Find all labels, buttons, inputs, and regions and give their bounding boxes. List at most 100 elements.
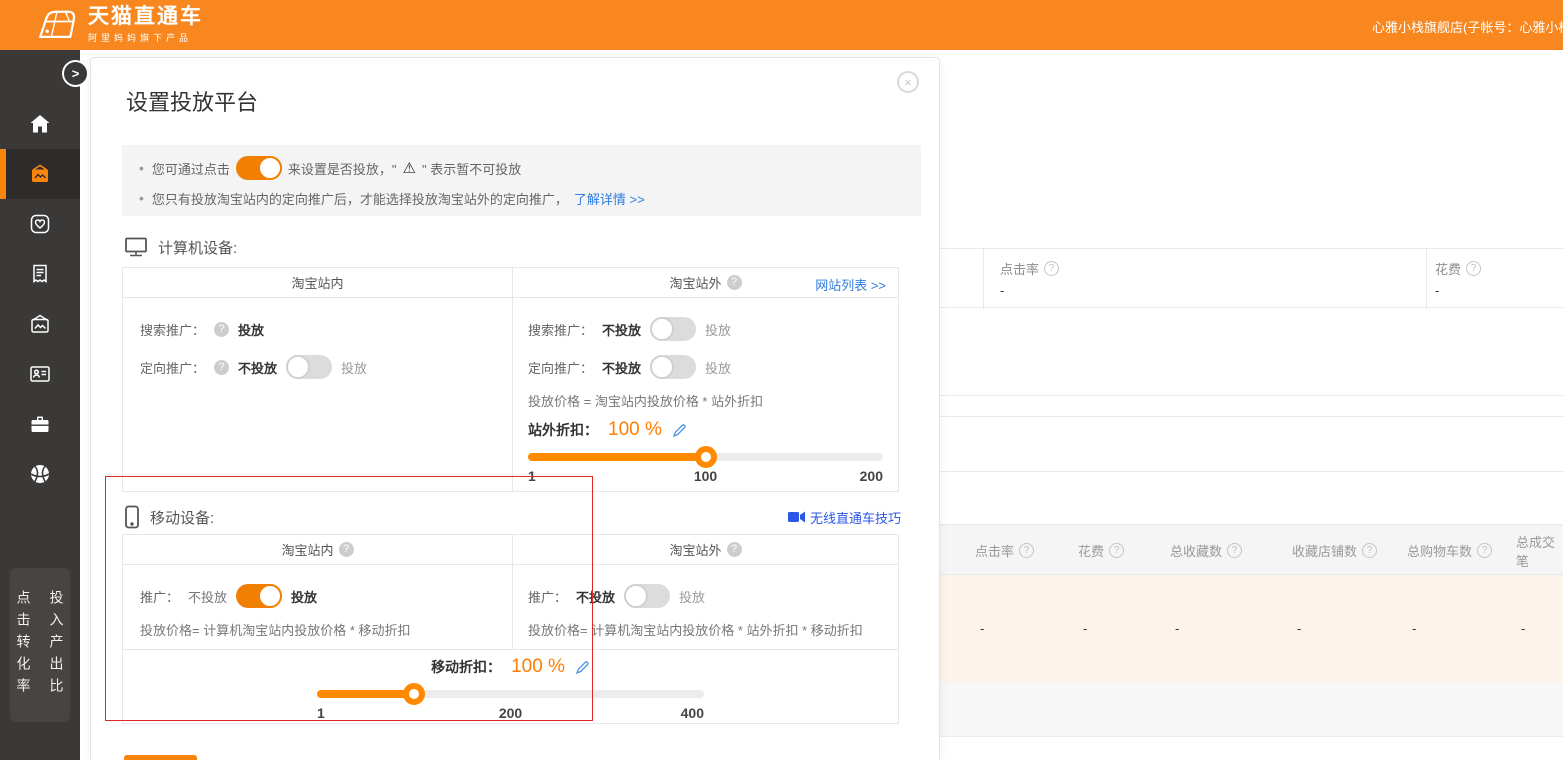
help-icon[interactable]: ? bbox=[1466, 261, 1481, 276]
target-promo-label: 定向推广： bbox=[140, 358, 205, 377]
sidebar-item-creatives[interactable] bbox=[0, 299, 80, 349]
learn-more-link[interactable]: 了解详情 >> bbox=[574, 189, 645, 208]
search-promo-on-label: 投放 bbox=[705, 320, 731, 339]
notice-text: 您可通过点击 bbox=[152, 159, 230, 178]
slider-max-label: 200 bbox=[765, 468, 883, 484]
bullet-icon: • bbox=[139, 160, 144, 176]
mobile-insite-promo-toggle[interactable] bbox=[236, 584, 282, 608]
sidebar-item-home[interactable] bbox=[0, 99, 80, 149]
photo-icon bbox=[28, 312, 52, 336]
promo-off-label: 不投放 bbox=[188, 587, 227, 606]
search-promo-off-label: 不投放 bbox=[602, 320, 641, 339]
search-promo-status: 投放 bbox=[238, 320, 264, 339]
computer-offsite-cell: 搜索推广： 不投放 投放 定向推广： 不投放 投放 投放价格 = 淘宝站内投放价… bbox=[513, 298, 898, 491]
mobile-discount-slider: 1 200 400 bbox=[317, 690, 704, 721]
mobile-insite-cell: 推广： 不投放 投放 投放价格= 计算机淘宝站内投放价格 * 移动折扣 bbox=[123, 565, 513, 649]
promo-on-label: 投放 bbox=[291, 587, 317, 606]
edit-pencil-icon[interactable] bbox=[575, 660, 590, 675]
sidebar: 点击转化率 投入产出比 bbox=[0, 50, 80, 760]
search-promo-label: 搜索推广： bbox=[528, 320, 593, 339]
mobile-offsite-promo-toggle[interactable] bbox=[624, 584, 670, 608]
notice-text: 来设置是否投放，" bbox=[288, 159, 397, 178]
briefcase-icon bbox=[28, 412, 52, 436]
computer-insite-cell: 搜索推广： ? 投放 定向推广： ? 不投放 投放 bbox=[123, 298, 513, 491]
notice-box: • 您可通过点击 来设置是否投放，" ⚠ " 表示暂不可投放 • 您只有投放淘宝… bbox=[122, 145, 921, 216]
help-icon[interactable]: ? bbox=[1227, 543, 1242, 558]
computer-insite-target-toggle[interactable] bbox=[286, 355, 332, 379]
kpi-clickrate: 点击率 ? bbox=[1000, 259, 1059, 278]
kpi-clickrate-value: - bbox=[1000, 283, 1004, 298]
video-icon bbox=[788, 511, 805, 523]
computer-insite-header: 淘宝站内 bbox=[123, 268, 513, 297]
computer-offsite-header: 淘宝站外 ? 网站列表 >> bbox=[513, 268, 898, 297]
brand-subtitle: 阿里妈妈旗下产品 bbox=[88, 31, 203, 44]
top-bar: 天猫直通车 阿里妈妈旗下产品 心雅小栈旗舰店(子帐号：心雅小栈旗 bbox=[0, 0, 1563, 50]
chevron-right-icon: > bbox=[72, 66, 80, 81]
notice-text: 您只有投放淘宝站内的定向推广后，才能选择投放淘宝站外的定向推广， bbox=[152, 189, 568, 208]
home-icon bbox=[28, 112, 52, 136]
table-row[interactable]: - - - - - - bbox=[940, 575, 1563, 683]
promo-label: 推广： bbox=[140, 587, 179, 606]
promo-label: 推广： bbox=[528, 587, 567, 606]
slider-handle[interactable] bbox=[695, 446, 717, 468]
column-header-carts: 总购物车数? bbox=[1407, 525, 1492, 576]
help-icon[interactable]: ? bbox=[1109, 543, 1124, 558]
sidebar-item-overview[interactable] bbox=[0, 449, 80, 499]
account-info[interactable]: 心雅小栈旗舰店(子帐号：心雅小栈旗 bbox=[1372, 17, 1563, 35]
monitor-icon bbox=[124, 236, 148, 258]
sidebar-item-favorites[interactable] bbox=[0, 199, 80, 249]
help-icon[interactable]: ? bbox=[1362, 543, 1377, 558]
column-header-favorites: 总收藏数? bbox=[1170, 525, 1242, 576]
sidebar-expand-button[interactable]: > bbox=[62, 60, 89, 87]
help-icon[interactable]: ? bbox=[339, 542, 354, 557]
brand-logo[interactable]: 天猫直通车 阿里妈妈旗下产品 bbox=[36, 5, 203, 44]
help-icon[interactable]: ? bbox=[214, 322, 229, 337]
mobile-offsite-formula: 投放价格= 计算机淘宝站内投放价格 * 站外折扣 * 移动折扣 bbox=[528, 620, 883, 639]
notice-text: " 表示暂不可投放 bbox=[422, 159, 521, 178]
promo-off-label: 不投放 bbox=[576, 587, 615, 606]
mobile-insite-formula: 投放价格= 计算机淘宝站内投放价格 * 移动折扣 bbox=[140, 620, 497, 639]
sidebar-item-accounts[interactable] bbox=[0, 349, 80, 399]
computer-offsite-search-toggle[interactable] bbox=[650, 317, 696, 341]
sidebar-item-campaign-active[interactable] bbox=[0, 149, 80, 199]
save-button[interactable] bbox=[124, 755, 197, 760]
example-toggle-on[interactable] bbox=[236, 156, 282, 180]
help-icon[interactable]: ? bbox=[1044, 261, 1059, 276]
sidebar-item-reports[interactable] bbox=[0, 249, 80, 299]
mobile-section-header: 移动设备: 无线直通车技巧 bbox=[124, 505, 901, 529]
metric-click-conversion-label: 点击转化率 bbox=[14, 590, 34, 700]
wireless-tips-link[interactable]: 无线直通车技巧 bbox=[788, 508, 901, 527]
kpi-band: 点击率 ? - 花费 ? - bbox=[940, 248, 1563, 308]
help-icon[interactable]: ? bbox=[1477, 543, 1492, 558]
close-button[interactable]: × bbox=[897, 71, 919, 93]
help-icon[interactable]: ? bbox=[727, 275, 742, 290]
slider-mid-label: 200 bbox=[446, 705, 575, 721]
target-promo-off-label: 不投放 bbox=[238, 358, 277, 377]
promo-on-label: 投放 bbox=[679, 587, 705, 606]
metric-roi-label: 投入产出比 bbox=[47, 590, 67, 700]
edit-pencil-icon[interactable] bbox=[672, 423, 687, 438]
close-icon: × bbox=[904, 75, 912, 90]
search-promo-label: 搜索推广： bbox=[140, 320, 205, 339]
train-logo-icon bbox=[36, 7, 78, 43]
floating-metrics-panel[interactable]: 点击转化率 投入产出比 bbox=[10, 568, 70, 722]
help-icon[interactable]: ? bbox=[727, 542, 742, 557]
offsite-price-formula: 投放价格 = 淘宝站内投放价格 * 站外折扣 bbox=[528, 391, 883, 410]
mobile-insite-header: 淘宝站内 ? bbox=[123, 535, 513, 564]
computer-section-header: 计算机设备: bbox=[124, 236, 901, 258]
help-icon[interactable]: ? bbox=[1019, 543, 1034, 558]
help-icon[interactable]: ? bbox=[214, 360, 229, 375]
target-promo-on-label: 投放 bbox=[341, 358, 367, 377]
gallery-icon bbox=[28, 162, 52, 186]
table-header-row: 点击率? 花费? 总收藏数? 收藏店铺数? 总购物车数? 总成交笔 bbox=[940, 524, 1563, 575]
computer-offsite-target-toggle[interactable] bbox=[650, 355, 696, 379]
sidebar-item-tools[interactable] bbox=[0, 399, 80, 449]
website-list-link[interactable]: 网站列表 >> bbox=[815, 275, 886, 294]
computer-section-title: 计算机设备: bbox=[158, 237, 237, 258]
mobile-discount-footer: 移动折扣： 100 % 1 200 400 bbox=[123, 649, 898, 723]
mobile-discount-value: 100 % bbox=[511, 656, 565, 678]
mobile-discount-label: 移动折扣： bbox=[431, 657, 501, 677]
brand-title: 天猫直通车 bbox=[88, 5, 203, 29]
slider-handle[interactable] bbox=[403, 683, 425, 705]
id-card-icon bbox=[28, 362, 52, 386]
